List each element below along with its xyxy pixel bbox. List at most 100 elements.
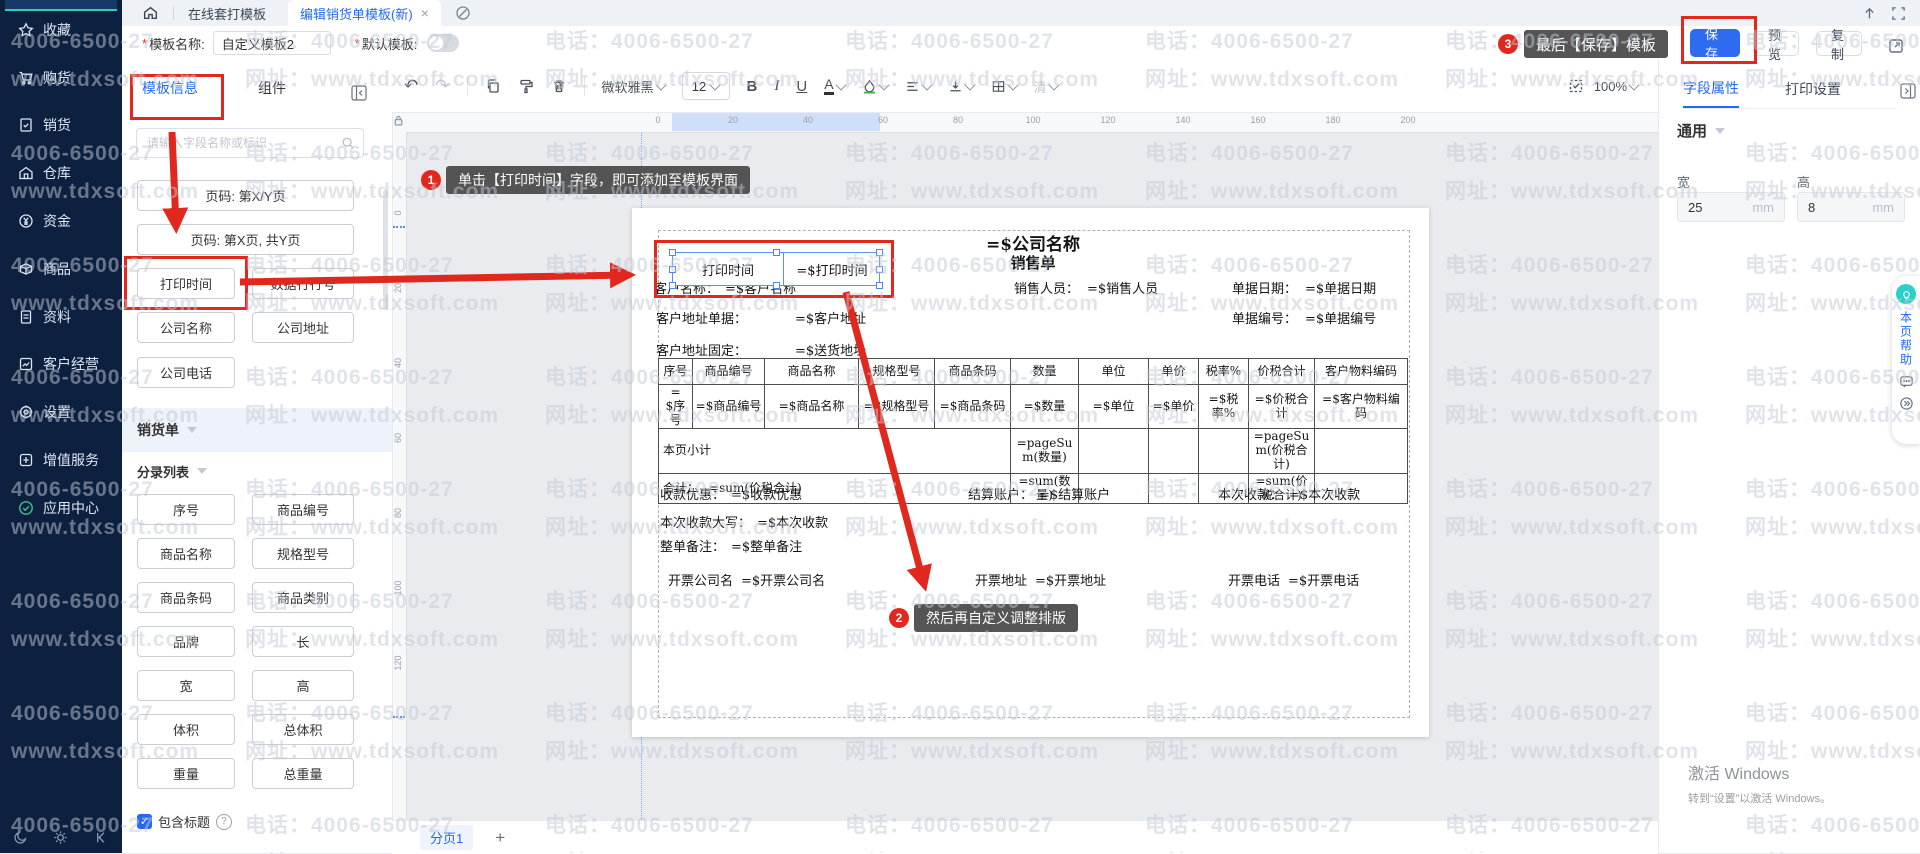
doc-number-line[interactable]: 单据编号：=$单据编号 — [1232, 308, 1376, 327]
selected-print-time-widget[interactable]: 打印时间 =$打印时间 — [672, 252, 880, 286]
font-color-button[interactable]: A — [824, 77, 844, 95]
save-button[interactable]: 保存 — [1690, 29, 1740, 57]
doc-remark-line[interactable]: 整单备注：=$整单备注 — [660, 536, 802, 555]
panel-scrollbar[interactable] — [383, 190, 388, 310]
print-time-label-cell[interactable]: 打印时间 — [673, 253, 784, 285]
sidebar-item-favorites[interactable]: 收藏 — [0, 10, 122, 50]
scroll-top-icon[interactable] — [1862, 6, 1877, 21]
selection-handle[interactable] — [773, 249, 780, 256]
align-button[interactable] — [905, 79, 931, 94]
field-button-length[interactable]: 长 — [252, 626, 354, 657]
doc-received-line[interactable]: 本次收款：=$本次收款 — [1218, 484, 1360, 503]
height-input[interactable]: 8 mm — [1797, 192, 1905, 222]
section-general-label[interactable]: 通用 — [1677, 120, 1707, 141]
fullscreen-icon[interactable] — [1891, 6, 1906, 21]
field-button-company-address[interactable]: 公司地址 — [252, 312, 354, 343]
selection-handle[interactable] — [669, 282, 676, 289]
sidebar-item-settings[interactable]: 设置 — [0, 392, 122, 432]
section-sale-doc[interactable]: 销货单 — [122, 408, 392, 452]
field-button-company-name[interactable]: 公司名称 — [137, 312, 235, 343]
zoom-level-select[interactable]: 100% — [1594, 79, 1638, 94]
sidebar-item-purchase[interactable]: 购货 — [0, 58, 122, 98]
selection-handle[interactable] — [876, 266, 883, 273]
template-sheet[interactable]: =$公司名称 销售单 打印时间 =$打印时间 客户名称：=$客户名称 销售人员：… — [632, 208, 1429, 737]
doc-received-cap-line[interactable]: 本次收款大写：=$本次收款 — [660, 512, 828, 531]
sidebar-item-archive[interactable]: 资料 — [0, 297, 122, 337]
delete-icon[interactable] — [551, 78, 567, 94]
selection-handle[interactable] — [773, 282, 780, 289]
sidebar-item-goods[interactable]: 商品 — [0, 249, 122, 289]
bold-button[interactable]: B — [747, 78, 758, 95]
field-button-row-number[interactable]: 数据行行号 — [252, 268, 354, 299]
collapse-sidebar-icon[interactable] — [94, 830, 109, 845]
include-title-checkbox[interactable]: ✓ — [137, 814, 152, 829]
field-button-total-weight[interactable]: 总重量 — [252, 758, 354, 789]
page-tab-1[interactable]: 分页1 — [420, 825, 473, 850]
fill-color-button[interactable] — [862, 79, 888, 94]
close-tab-icon[interactable]: × — [421, 5, 429, 21]
expand-window-icon[interactable] — [1888, 38, 1904, 54]
fit-selection-icon[interactable] — [1568, 78, 1584, 94]
doc-invoice-company-line[interactable]: 开票公司名=$开票公司名 — [668, 570, 825, 589]
page-help-button[interactable]: 本页帮助 — [1898, 311, 1915, 367]
feedback-chat-icon[interactable] — [1899, 374, 1914, 389]
doc-address2-line[interactable]: 客户地址固定：=$送货地址 — [656, 340, 866, 359]
underline-button[interactable]: U — [796, 78, 807, 95]
sidebar-item-funds[interactable]: 资金 — [0, 201, 122, 241]
field-button-spec[interactable]: 规格型号 — [252, 538, 354, 569]
field-button-width[interactable]: 宽 — [137, 670, 235, 701]
field-search-input[interactable] — [145, 135, 341, 151]
selection-handle[interactable] — [876, 282, 883, 289]
font-family-select[interactable]: 微软雅黑 — [602, 77, 665, 96]
format-painter-icon[interactable] — [518, 78, 534, 94]
doc-salesperson-line[interactable]: 销售人员：=$销售人员 — [1014, 278, 1158, 297]
home-icon[interactable] — [142, 5, 159, 22]
field-button-volume[interactable]: 体积 — [137, 714, 235, 745]
doc-discount-line[interactable]: 收款优惠：=$收款优惠 — [660, 484, 802, 503]
field-button-category[interactable]: 商品类别 — [252, 582, 354, 613]
tab-template-list[interactable]: 在线套打模板 — [188, 4, 266, 23]
template-name-input[interactable] — [213, 31, 331, 55]
collapse-right-panel-icon[interactable] — [1899, 82, 1917, 100]
selection-handle[interactable] — [669, 266, 676, 273]
clear-format-button[interactable]: 清 — [1034, 77, 1058, 96]
vertical-align-button[interactable] — [948, 79, 974, 94]
sidebar-item-warehouse[interactable]: 仓库 — [0, 153, 122, 193]
italic-button[interactable]: I — [774, 78, 779, 95]
field-button-print-time[interactable]: 打印时间 — [137, 268, 235, 299]
field-button-total-volume[interactable]: 总体积 — [252, 714, 354, 745]
field-button-seq[interactable]: 序号 — [137, 494, 235, 525]
tab-overflow-icon[interactable] — [455, 5, 471, 21]
sidebar-item-app-center[interactable]: 应用中心 — [0, 488, 122, 528]
field-button-page-x-y[interactable]: 页码: 第X页, 共Y页 — [137, 224, 354, 255]
doc-invoice-address-line[interactable]: 开票地址=$开票地址 — [975, 570, 1106, 589]
doc-address1-line[interactable]: 客户地址单据：=$客户地址 — [656, 308, 866, 327]
help-question-icon[interactable]: ? — [216, 814, 232, 830]
field-button-weight[interactable]: 重量 — [137, 758, 235, 789]
sidebar-item-customer-ops[interactable]: 客户经营 — [0, 344, 122, 384]
default-template-toggle[interactable] — [427, 34, 459, 52]
field-button-barcode[interactable]: 商品条码 — [137, 582, 235, 613]
tab-components[interactable]: 组件 — [258, 78, 286, 98]
field-button-height[interactable]: 高 — [252, 670, 354, 701]
selection-handle[interactable] — [876, 249, 883, 256]
font-size-select[interactable]: 12 — [682, 72, 730, 100]
design-canvas[interactable]: =$公司名称 销售单 打印时间 =$打印时间 客户名称：=$客户名称 销售人员：… — [406, 132, 1658, 820]
collapse-panel-icon[interactable] — [350, 84, 368, 102]
tab-field-properties[interactable]: 字段属性 — [1683, 78, 1739, 108]
print-time-value-cell[interactable]: =$打印时间 — [785, 253, 879, 285]
add-page-button[interactable]: + — [495, 828, 505, 848]
doc-account-line[interactable]: 结算账户：=$结算账户 — [968, 484, 1110, 503]
doc-invoice-tel-line[interactable]: 开票电话=$开票电话 — [1228, 570, 1359, 589]
copy-button[interactable]: 复制 — [1816, 31, 1862, 56]
width-input[interactable]: 25 mm — [1677, 192, 1785, 222]
table-border-button[interactable] — [991, 79, 1017, 94]
brightness-icon[interactable] — [53, 830, 68, 845]
field-button-company-phone[interactable]: 公司电话 — [137, 357, 235, 388]
copy-icon[interactable] — [485, 78, 501, 94]
selection-handle[interactable] — [669, 249, 676, 256]
items-table[interactable]: 序号商品编号 商品名称规格型号 商品条码数量 单位单价 税率%价税合计 客户物料… — [658, 358, 1408, 504]
help-bulb-icon[interactable] — [1896, 284, 1916, 304]
field-button-item-name[interactable]: 商品名称 — [137, 538, 235, 569]
preview-button[interactable]: 预览 — [1753, 31, 1799, 56]
